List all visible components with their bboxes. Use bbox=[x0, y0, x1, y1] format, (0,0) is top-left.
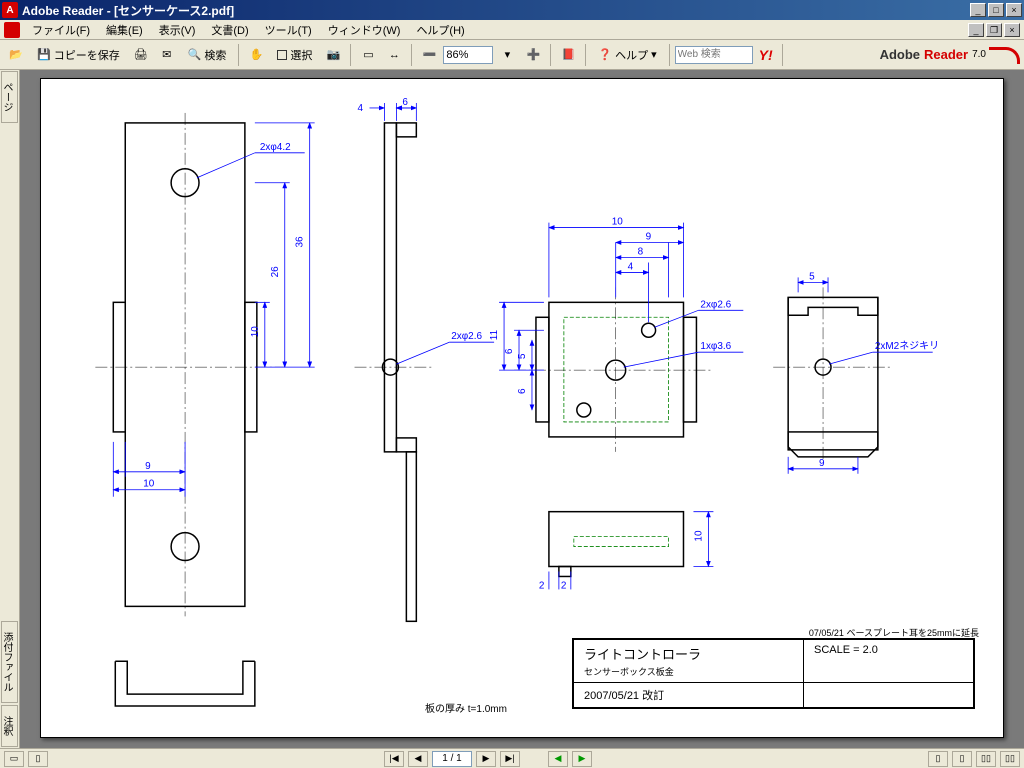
svg-text:5: 5 bbox=[517, 353, 528, 359]
page-layout-icon[interactable]: ▭ bbox=[4, 751, 24, 767]
svg-text:9: 9 bbox=[145, 461, 151, 472]
menu-view[interactable]: 表示(V) bbox=[151, 20, 204, 40]
facing-page-icon[interactable]: ▯▯ bbox=[976, 751, 996, 767]
svg-text:2xφ4.2: 2xφ4.2 bbox=[260, 142, 291, 153]
svg-text:9: 9 bbox=[819, 458, 825, 469]
svg-text:10: 10 bbox=[693, 530, 704, 542]
app-icon: A bbox=[2, 2, 18, 18]
svg-text:1xφ3.6: 1xφ3.6 bbox=[700, 341, 731, 352]
minimize-button[interactable]: _ bbox=[970, 3, 986, 17]
search-button[interactable]: 🔍検索 bbox=[181, 43, 234, 67]
svg-text:11: 11 bbox=[489, 329, 500, 340]
hand-icon[interactable]: ✋ bbox=[244, 43, 268, 67]
menu-help[interactable]: ヘルプ(H) bbox=[408, 20, 472, 40]
fit-width-icon[interactable]: ↔ bbox=[382, 43, 406, 67]
adobe-logo: AdobeReader7.0 bbox=[880, 43, 1020, 67]
page-number-input[interactable] bbox=[432, 751, 472, 767]
snapshot-icon[interactable]: 📷 bbox=[321, 43, 345, 67]
document-area[interactable]: 36 26 10 9 10 2xφ4.2 bbox=[20, 70, 1024, 748]
svg-text:6: 6 bbox=[504, 348, 515, 354]
svg-text:9: 9 bbox=[646, 232, 652, 243]
help-button[interactable]: ❓ヘルプ▾ bbox=[591, 43, 663, 67]
doc-minimize-button[interactable]: _ bbox=[968, 23, 984, 37]
thickness-note: 板の厚み t=1.0mm bbox=[425, 700, 507, 715]
menu-edit[interactable]: 編集(E) bbox=[98, 20, 151, 40]
mail-icon[interactable]: ✉ bbox=[155, 43, 179, 67]
svg-text:10: 10 bbox=[143, 479, 155, 490]
menu-tool[interactable]: ツール(T) bbox=[257, 20, 320, 40]
menu-window[interactable]: ウィンドウ(W) bbox=[320, 20, 409, 40]
zoom-input[interactable] bbox=[443, 46, 493, 64]
svg-text:26: 26 bbox=[270, 266, 281, 278]
back-button[interactable]: ◀ bbox=[548, 751, 568, 767]
svg-text:2xφ2.6: 2xφ2.6 bbox=[451, 331, 482, 342]
svg-text:5: 5 bbox=[809, 271, 815, 282]
svg-text:6: 6 bbox=[517, 388, 528, 394]
svg-text:6: 6 bbox=[402, 97, 408, 108]
menu-document[interactable]: 文書(D) bbox=[203, 20, 256, 40]
continuous-page-icon[interactable]: ▯ bbox=[952, 751, 972, 767]
svg-text:10: 10 bbox=[612, 217, 624, 228]
title-block: ライトコントローラ センサーボックス板金 SCALE = 2.0 2007/05… bbox=[572, 638, 975, 709]
tab-pages[interactable]: ページ bbox=[1, 71, 18, 123]
maximize-button[interactable]: □ bbox=[988, 3, 1004, 17]
print-icon[interactable]: 🖨 bbox=[129, 43, 153, 67]
continuous-icon[interactable]: ▯ bbox=[28, 751, 48, 767]
svg-text:2xφ2.6: 2xφ2.6 bbox=[700, 299, 731, 310]
doc-close-button[interactable]: × bbox=[1004, 23, 1020, 37]
svg-text:2: 2 bbox=[539, 580, 545, 591]
prev-page-button[interactable]: ◀ bbox=[408, 751, 428, 767]
zoom-out-icon[interactable]: ➖ bbox=[417, 43, 441, 67]
ebook-icon[interactable]: 📕 bbox=[556, 43, 580, 67]
pdf-page: 36 26 10 9 10 2xφ4.2 bbox=[40, 78, 1004, 738]
tab-attachments[interactable]: 添付ファイル bbox=[1, 621, 18, 703]
open-icon[interactable]: 📂 bbox=[4, 43, 28, 67]
yahoo-icon[interactable]: Y! bbox=[759, 47, 773, 63]
svg-text:4: 4 bbox=[358, 103, 364, 114]
menu-file[interactable]: ファイル(F) bbox=[24, 20, 98, 40]
save-copy-button[interactable]: 💾コピーを保存 bbox=[30, 43, 127, 67]
single-page-icon[interactable]: ▯ bbox=[928, 751, 948, 767]
close-button[interactable]: × bbox=[1006, 3, 1022, 17]
web-search-input[interactable] bbox=[675, 46, 753, 64]
doc-restore-button[interactable]: ❐ bbox=[986, 23, 1002, 37]
next-page-button[interactable]: ▶ bbox=[476, 751, 496, 767]
zoom-dropdown-icon[interactable]: ▾ bbox=[495, 43, 519, 67]
svg-text:8: 8 bbox=[638, 246, 644, 257]
last-page-button[interactable]: ▶| bbox=[500, 751, 520, 767]
svg-text:2xM2ネジキリ: 2xM2ネジキリ bbox=[875, 340, 939, 352]
svg-text:2: 2 bbox=[561, 580, 567, 591]
window-title: Adobe Reader - [センサーケース2.pdf] bbox=[22, 2, 970, 19]
fit-page-icon[interactable]: ▭ bbox=[356, 43, 380, 67]
zoom-in-icon[interactable]: ➕ bbox=[521, 43, 545, 67]
svg-text:10: 10 bbox=[250, 326, 261, 338]
first-page-button[interactable]: |◀ bbox=[384, 751, 404, 767]
svg-text:36: 36 bbox=[295, 236, 306, 248]
continuous-facing-icon[interactable]: ▯▯ bbox=[1000, 751, 1020, 767]
tab-comments[interactable]: 注釈 bbox=[1, 705, 18, 747]
svg-text:4: 4 bbox=[628, 261, 634, 272]
doc-icon bbox=[4, 22, 20, 38]
forward-button[interactable]: ▶ bbox=[572, 751, 592, 767]
select-button[interactable]: 選択 bbox=[270, 43, 319, 67]
